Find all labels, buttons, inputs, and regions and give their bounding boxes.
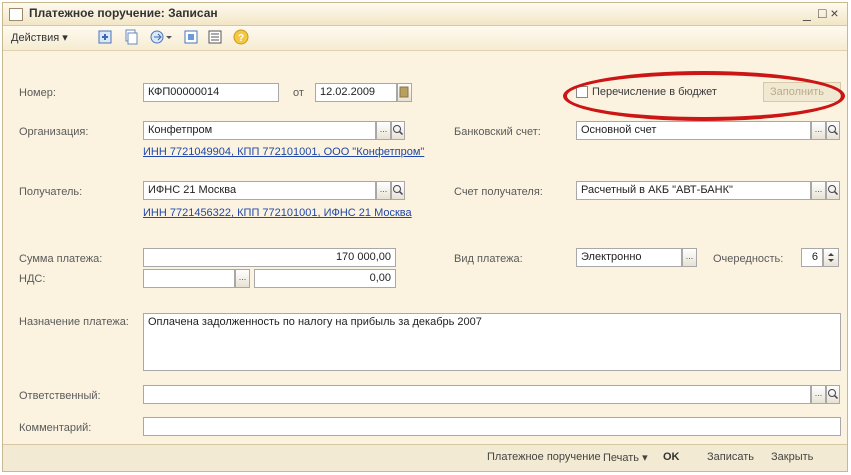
- responsible-open-icon[interactable]: [826, 385, 840, 404]
- date-label: от: [293, 87, 304, 99]
- document-icon: [9, 8, 23, 21]
- recipient-account-label: Счет получателя:: [454, 186, 543, 198]
- go-to-icon[interactable]: [149, 29, 172, 45]
- organization-label: Организация:: [19, 126, 89, 138]
- recipient-label: Получатель:: [19, 186, 83, 198]
- amount-label: Сумма платежа:: [19, 253, 103, 265]
- svg-text:?: ?: [238, 33, 244, 44]
- print-button[interactable]: Печать ▾: [603, 451, 648, 464]
- recipient-account-field[interactable]: Расчетный в АКБ "АВТ-БАНК": [576, 181, 811, 200]
- window-title: Платежное поручение: Записан: [29, 6, 218, 20]
- structure-icon[interactable]: [183, 29, 199, 45]
- responsible-select-button[interactable]: ...: [811, 385, 826, 404]
- list-icon[interactable]: [207, 29, 223, 45]
- recipient-select-button[interactable]: ...: [376, 181, 391, 200]
- payment-type-select-button[interactable]: ...: [682, 248, 697, 267]
- post-icon[interactable]: [97, 29, 113, 45]
- vat-rate-field[interactable]: [143, 269, 235, 288]
- actions-menu[interactable]: Действия ▾: [11, 31, 68, 44]
- recipient-details-link[interactable]: ИНН 7721456322, КПП 772101001, ИФНС 21 М…: [143, 207, 412, 219]
- payment-type-label: Вид платежа:: [454, 253, 523, 265]
- number-label: Номер:: [19, 87, 56, 99]
- date-field[interactable]: 12.02.2009: [315, 83, 397, 102]
- bank-account-field[interactable]: Основной счет: [576, 121, 811, 140]
- comment-label: Комментарий:: [19, 422, 92, 434]
- responsible-field[interactable]: [143, 385, 811, 404]
- title-bar: Платежное поручение: Записан _ □ ×: [3, 3, 847, 26]
- payment-type-field[interactable]: Электронно: [576, 248, 682, 267]
- print-form-button[interactable]: Платежное поручение: [487, 451, 601, 463]
- document-window: Платежное поручение: Записан _ □ × Дейст…: [2, 2, 848, 472]
- organization-open-icon[interactable]: [391, 121, 405, 140]
- close-button[interactable]: □ ×: [818, 4, 839, 22]
- priority-spinner[interactable]: [823, 248, 839, 267]
- recipient-account-open-icon[interactable]: [826, 181, 840, 200]
- bank-account-open-icon[interactable]: [826, 121, 840, 140]
- vat-rate-select-button[interactable]: ...: [235, 269, 250, 288]
- priority-label: Очередность:: [713, 253, 784, 265]
- bank-account-select-button[interactable]: ...: [811, 121, 826, 140]
- purpose-label: Назначение платежа:: [19, 316, 129, 328]
- recipient-account-select-button[interactable]: ...: [811, 181, 826, 200]
- bottom-bar: Платежное поручение Печать ▾ OK Записать…: [3, 444, 847, 471]
- calendar-icon[interactable]: [397, 83, 412, 102]
- minimize-button[interactable]: _: [803, 4, 811, 22]
- organization-select-button[interactable]: ...: [376, 121, 391, 140]
- help-icon[interactable]: ?: [233, 29, 249, 45]
- number-field[interactable]: КФП00000014: [143, 83, 279, 102]
- highlight-oval: [563, 71, 845, 121]
- save-button[interactable]: Записать: [707, 451, 754, 463]
- purpose-textarea[interactable]: Оплачена задолженность по налогу на приб…: [143, 313, 841, 371]
- organization-details-link[interactable]: ИНН 7721049904, КПП 772101001, ООО "Конф…: [143, 146, 424, 158]
- bank-account-label: Банковский счет:: [454, 126, 541, 138]
- priority-field[interactable]: 6: [801, 248, 823, 267]
- recipient-field[interactable]: ИФНС 21 Москва: [143, 181, 376, 200]
- comment-field[interactable]: [143, 417, 841, 436]
- vat-label: НДС:: [19, 273, 46, 285]
- recipient-open-icon[interactable]: [391, 181, 405, 200]
- close-form-button[interactable]: Закрыть: [771, 451, 813, 463]
- amount-field[interactable]: 170 000,00: [143, 248, 396, 267]
- organization-field[interactable]: Конфетпром: [143, 121, 376, 140]
- responsible-label: Ответственный:: [19, 390, 101, 402]
- copy-icon[interactable]: [123, 29, 139, 45]
- vat-amount-field[interactable]: 0,00: [254, 269, 396, 288]
- ok-button[interactable]: OK: [663, 451, 680, 463]
- toolbar: Действия ▾ ?: [3, 26, 847, 51]
